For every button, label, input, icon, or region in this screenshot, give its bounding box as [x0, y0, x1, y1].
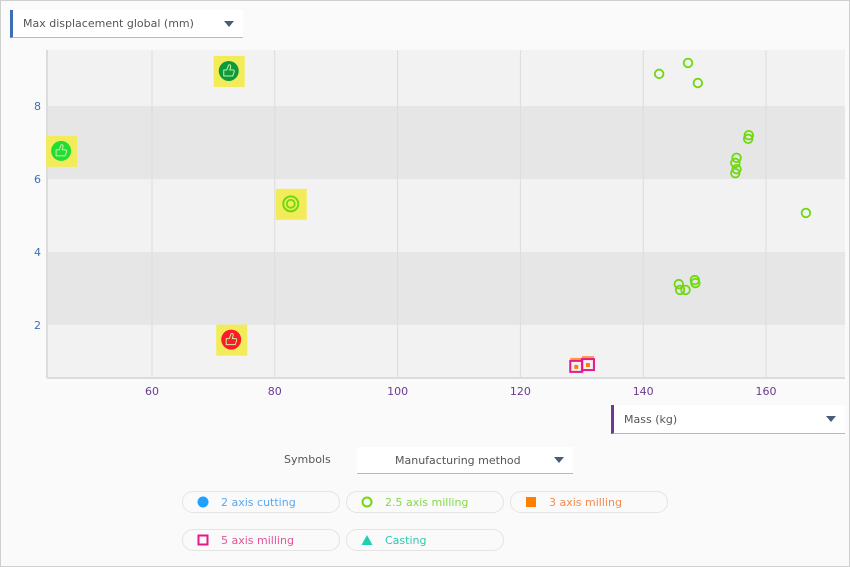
- symbols-selector-label: Manufacturing method: [395, 453, 521, 467]
- legend-item-5-axis-milling[interactable]: 5 axis milling: [182, 529, 340, 551]
- x-axis-ticks: 60 80 100 120 140 160: [145, 385, 777, 398]
- highlighted-point[interactable]: [46, 135, 78, 167]
- ring-icon: [361, 496, 373, 508]
- chevron-down-icon: [224, 20, 234, 27]
- y-band: [47, 252, 845, 325]
- legend-item-3-axis-milling[interactable]: 3 axis milling: [510, 491, 668, 513]
- orange-bar: [581, 356, 594, 359]
- orange-core: [585, 363, 590, 368]
- legend-label: 3 axis milling: [549, 495, 622, 509]
- y-tick-label: 6: [34, 173, 41, 186]
- highlighted-point[interactable]: [216, 324, 248, 356]
- y-axis-selector[interactable]: Max displacement global (mm): [10, 10, 243, 38]
- x-tick-label: 60: [145, 385, 159, 398]
- legend-label: 5 axis milling: [221, 533, 294, 547]
- chevron-down-icon: [554, 457, 564, 463]
- filled-circle-icon: [197, 496, 209, 508]
- highlight-box: [275, 188, 307, 220]
- legend-item-2-5-axis-milling[interactable]: 2.5 axis milling: [346, 491, 504, 513]
- marker-circle: [221, 329, 242, 350]
- y-axis-selector-label: Max displacement global (mm): [23, 17, 194, 30]
- triangle-icon: [361, 534, 373, 546]
- x-tick-label: 100: [387, 385, 408, 398]
- chevron-down-icon: [826, 416, 836, 422]
- y-tick-label: 8: [34, 100, 41, 113]
- hollow-square-icon: [197, 534, 209, 546]
- x-tick-label: 160: [756, 385, 777, 398]
- legend-item-2-axis-cutting[interactable]: 2 axis cutting: [182, 491, 340, 513]
- symbols-label: Symbols: [284, 453, 331, 466]
- filled-square-icon: [525, 496, 537, 508]
- y-tick-label: 2: [34, 319, 41, 332]
- legend-item-casting[interactable]: Casting: [346, 529, 504, 551]
- marker-circle: [51, 140, 72, 161]
- plot-background: [46, 50, 845, 379]
- plot-area: [47, 50, 845, 378]
- highlighted-point[interactable]: [275, 188, 307, 220]
- scatter-plot: 60 80 100 120 140 160 2 4 6 8: [34, 50, 845, 398]
- legend-label: Casting: [385, 533, 427, 547]
- x-tick-label: 140: [633, 385, 654, 398]
- y-tick-label: 4: [34, 246, 41, 259]
- y-band: [47, 106, 845, 179]
- symbols-selector[interactable]: Manufacturing method: [357, 447, 573, 474]
- x-axis-selector-label: Mass (kg): [624, 412, 678, 426]
- highlighted-point[interactable]: [213, 55, 245, 87]
- legend-label: 2 axis cutting: [221, 495, 296, 509]
- x-tick-label: 120: [510, 385, 531, 398]
- orange-bar: [570, 357, 583, 360]
- x-axis-selector[interactable]: Mass (kg): [611, 405, 845, 434]
- x-tick-label: 80: [268, 385, 282, 398]
- legend-label: 2.5 axis milling: [385, 495, 469, 509]
- orange-core: [574, 364, 579, 369]
- marker-circle: [218, 60, 239, 81]
- y-axis-ticks: 2 4 6 8: [34, 100, 41, 332]
